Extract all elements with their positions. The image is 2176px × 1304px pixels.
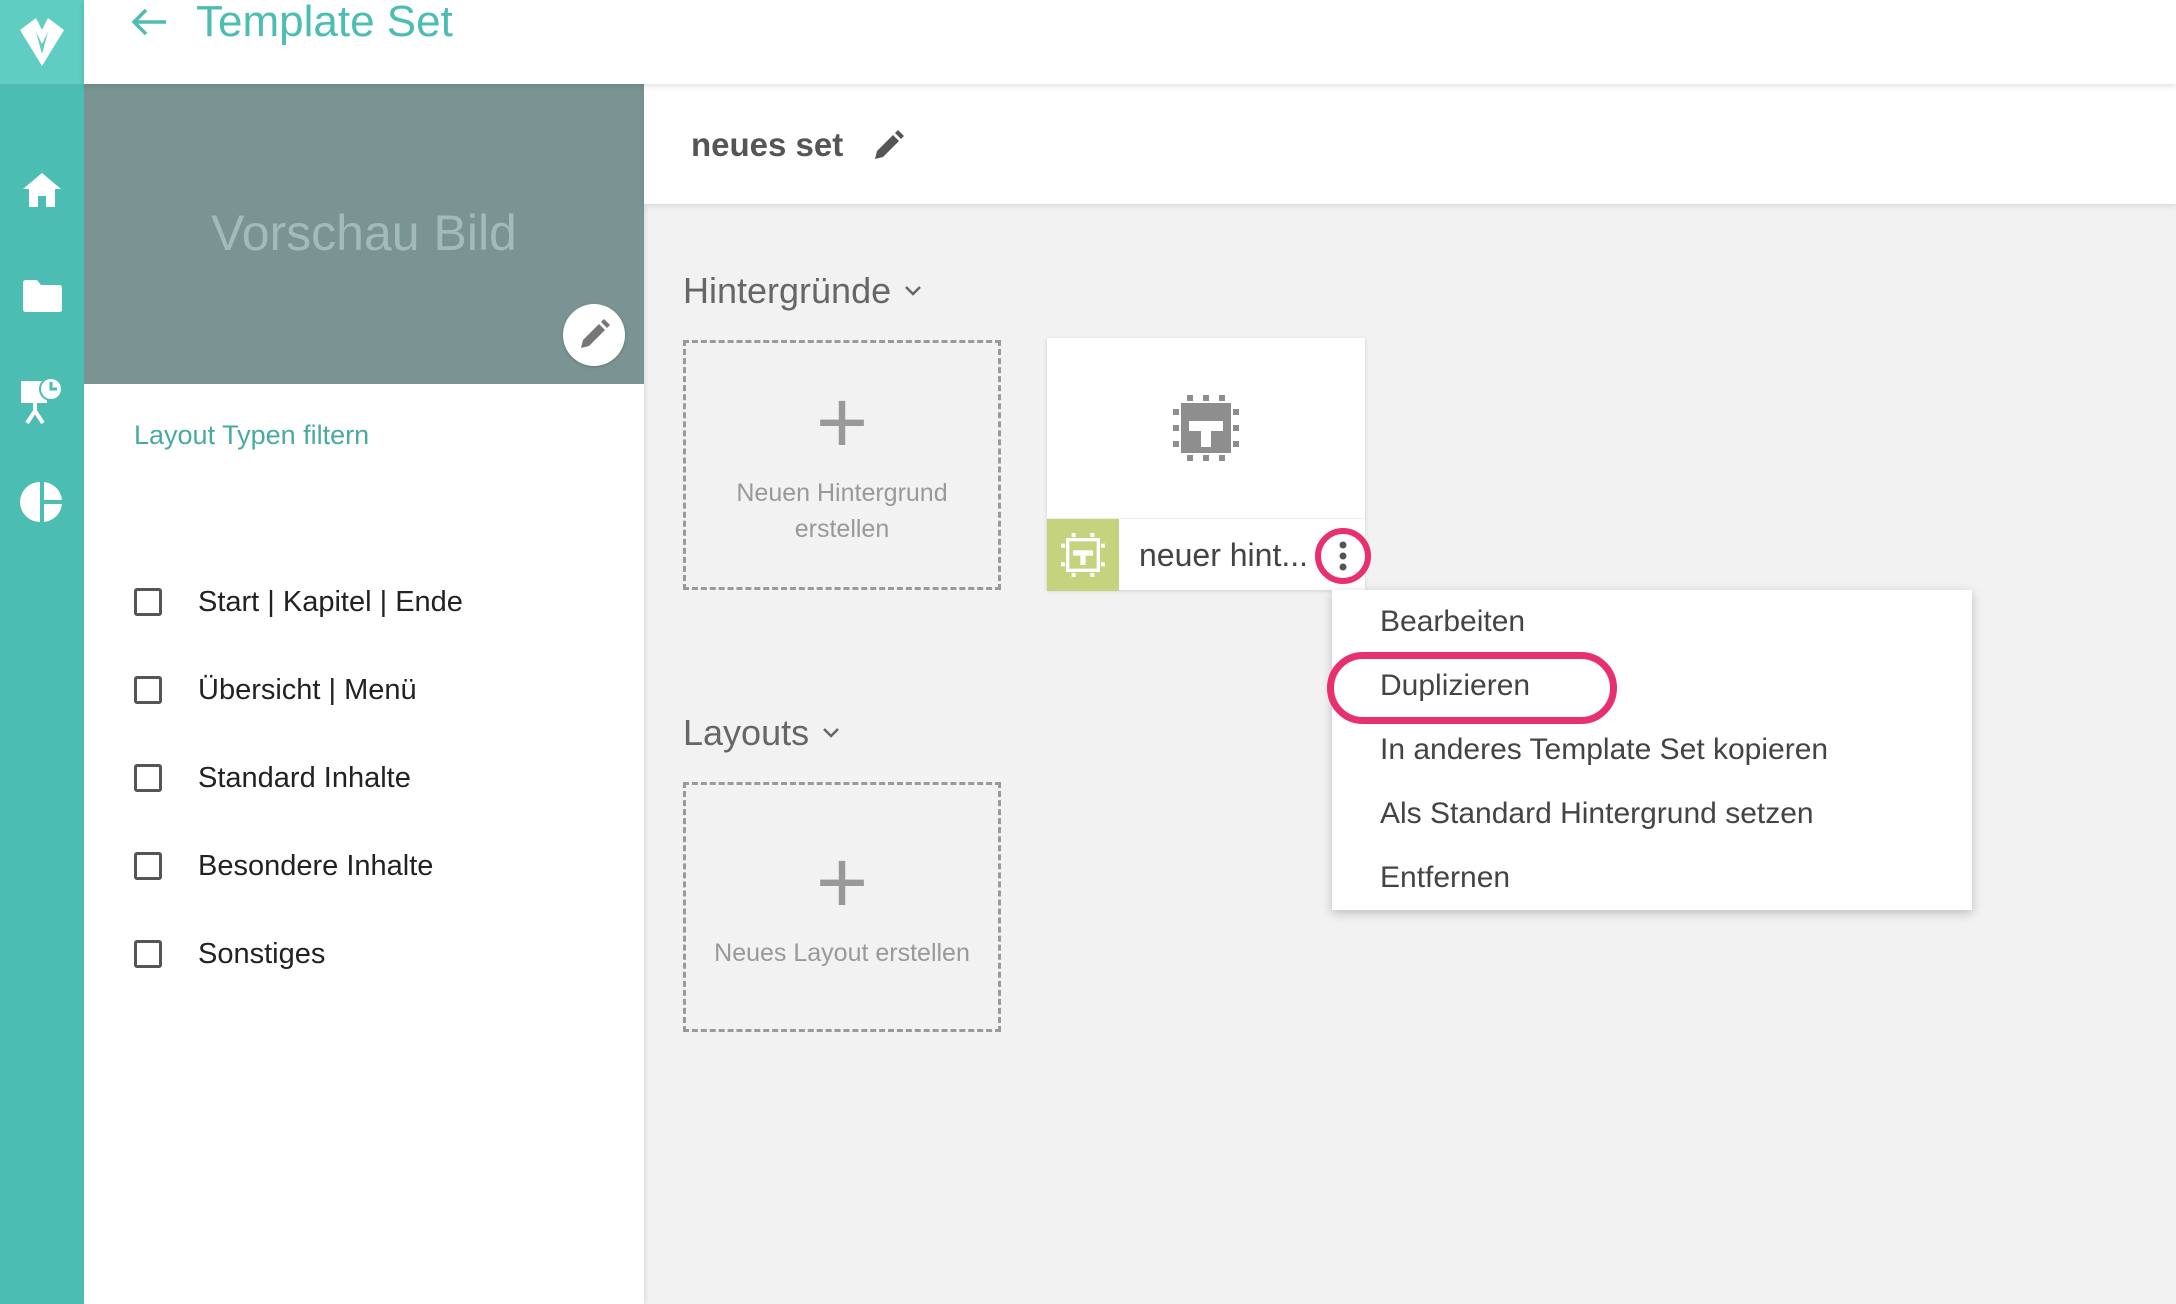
background-name: neuer hint... xyxy=(1139,537,1308,573)
plus-icon: + xyxy=(815,373,869,473)
logo-icon[interactable] xyxy=(0,0,84,84)
filter-standard-inhalte[interactable]: Standard Inhalte xyxy=(134,753,411,803)
backgrounds-section-toggle[interactable]: Hintergründe xyxy=(683,270,923,312)
menu-item-duplizieren[interactable]: Duplizieren xyxy=(1332,654,1972,718)
chevron-down-icon xyxy=(905,286,922,296)
background-type-badge xyxy=(1047,519,1119,591)
preview-label: Vorschau Bild xyxy=(211,205,517,261)
checkbox[interactable] xyxy=(134,764,162,792)
top-bar: Template Set xyxy=(84,0,2176,84)
filter-start-kapitel-ende[interactable]: Start | Kapitel | Ende xyxy=(134,577,463,627)
new-background-button[interactable]: + Neuen Hintergrund erstellen xyxy=(683,340,1001,590)
new-layout-button[interactable]: + Neues Layout erstellen xyxy=(683,782,1001,1032)
left-panel: Vorschau Bild Layout Typen filtern Start… xyxy=(84,84,644,1304)
layouts-title: Layouts xyxy=(683,712,810,753)
new-background-label: Neuen Hintergrund erstellen xyxy=(736,479,948,543)
kebab-menu-icon xyxy=(1339,541,1347,571)
checkbox[interactable] xyxy=(134,676,162,704)
background-template-icon xyxy=(1173,395,1239,461)
back-arrow-icon[interactable] xyxy=(124,0,174,44)
set-name: neues set xyxy=(691,126,844,163)
folder-icon[interactable] xyxy=(0,256,84,336)
chevron-down-icon xyxy=(823,728,839,738)
context-menu: Bearbeiten Duplizieren In anderes Templa… xyxy=(1332,590,1972,910)
page-title: Template Set xyxy=(196,0,453,46)
layouts-section-toggle[interactable]: Layouts xyxy=(683,712,841,754)
pie-chart-icon[interactable] xyxy=(0,462,84,542)
checkbox[interactable] xyxy=(134,588,162,616)
background-thumbnail xyxy=(1047,338,1365,518)
menu-item-entfernen[interactable]: Entfernen xyxy=(1332,846,1972,910)
checkbox[interactable] xyxy=(134,940,162,968)
new-layout-label: Neues Layout erstellen xyxy=(714,939,970,967)
preview-edit-button[interactable] xyxy=(563,304,625,366)
edit-set-name-button[interactable] xyxy=(866,124,910,168)
filter-besondere-inhalte[interactable]: Besondere Inhalte xyxy=(134,841,433,891)
filter-title: Layout Typen filtern xyxy=(134,420,370,450)
more-options-button[interactable] xyxy=(1315,528,1371,584)
home-icon[interactable] xyxy=(0,150,84,230)
pencil-icon xyxy=(875,130,904,159)
plus-icon: + xyxy=(815,833,869,933)
preview-image: Vorschau Bild xyxy=(84,84,644,384)
background-template-icon xyxy=(1061,533,1105,577)
set-header: neues set xyxy=(644,84,2176,204)
filter-label: Start | Kapitel | Ende xyxy=(198,585,463,618)
filter-label: Übersicht | Menü xyxy=(198,673,417,706)
left-rail xyxy=(0,0,84,1304)
presentation-icon[interactable] xyxy=(0,360,84,440)
filter-label: Sonstiges xyxy=(198,937,326,970)
menu-item-als-standard-hintergrund-setzen[interactable]: Als Standard Hintergrund setzen xyxy=(1332,782,1972,846)
filter-uebersicht-menue[interactable]: Übersicht | Menü xyxy=(134,665,417,715)
filter-label: Besondere Inhalte xyxy=(198,849,434,882)
filter-sonstiges[interactable]: Sonstiges xyxy=(134,929,325,979)
filter-label: Standard Inhalte xyxy=(198,761,411,794)
menu-item-in-anderes-template-set-kopieren[interactable]: In anderes Template Set kopieren xyxy=(1332,718,1972,782)
pencil-icon xyxy=(581,319,610,348)
backgrounds-title: Hintergründe xyxy=(683,270,892,311)
menu-item-bearbeiten[interactable]: Bearbeiten xyxy=(1332,590,1972,654)
checkbox[interactable] xyxy=(134,852,162,880)
